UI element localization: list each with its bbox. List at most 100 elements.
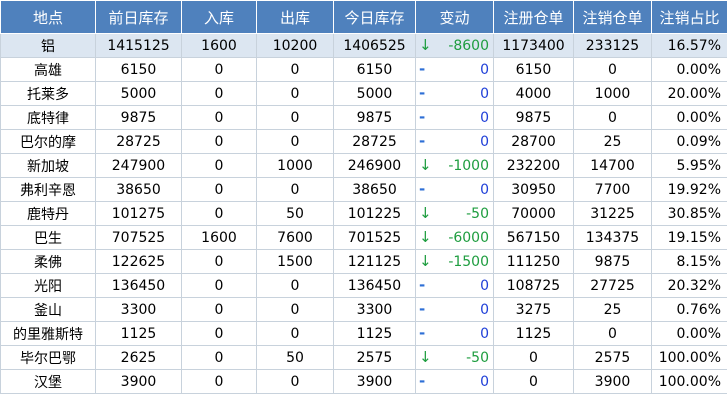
cell-today-stock[interactable]: 38650: [333, 177, 416, 202]
cell-location[interactable]: 汉堡: [0, 369, 96, 394]
cell-inbound[interactable]: 0: [181, 81, 257, 106]
cell-prev-stock[interactable]: 1415125: [95, 33, 182, 58]
cell-inbound[interactable]: 0: [181, 297, 257, 322]
cell-prev-stock[interactable]: 136450: [95, 273, 182, 298]
cell-cancelled-ratio[interactable]: 100.00%: [651, 345, 727, 370]
cell-prev-stock[interactable]: 122625: [95, 249, 182, 274]
cell-location[interactable]: 釜山: [0, 297, 96, 322]
cell-inbound[interactable]: 0: [181, 345, 257, 370]
cell-prev-stock[interactable]: 247900: [95, 153, 182, 178]
cell-registered-warrants[interactable]: 6150: [493, 57, 574, 82]
cell-cancelled-warrants[interactable]: 31225: [573, 201, 652, 226]
header-registered-warrants[interactable]: 注册仓单: [493, 0, 574, 34]
cell-prev-stock[interactable]: 1125: [95, 321, 182, 346]
cell-prev-stock[interactable]: 38650: [95, 177, 182, 202]
cell-outbound[interactable]: 50: [256, 345, 334, 370]
cell-today-stock[interactable]: 28725: [333, 129, 416, 154]
cell-cancelled-warrants[interactable]: 1000: [573, 81, 652, 106]
cell-today-stock[interactable]: 1406525: [333, 33, 416, 58]
cell-inbound[interactable]: 0: [181, 153, 257, 178]
cell-today-stock[interactable]: 101225: [333, 201, 416, 226]
cell-cancelled-warrants[interactable]: 9875: [573, 249, 652, 274]
cell-cancelled-warrants[interactable]: 0: [573, 321, 652, 346]
cell-cancelled-warrants[interactable]: 7700: [573, 177, 652, 202]
cell-today-stock[interactable]: 701525: [333, 225, 416, 250]
cell-change[interactable]: ↓ -8600: [415, 33, 494, 58]
cell-today-stock[interactable]: 1125: [333, 321, 416, 346]
cell-outbound[interactable]: 0: [256, 57, 334, 82]
cell-cancelled-ratio[interactable]: 5.95%: [651, 153, 727, 178]
cell-location[interactable]: 新加坡: [0, 153, 96, 178]
cell-cancelled-ratio[interactable]: 0.00%: [651, 321, 727, 346]
header-cancelled-ratio[interactable]: 注销占比: [651, 0, 727, 34]
cell-location[interactable]: 底特律: [0, 105, 96, 130]
cell-registered-warrants[interactable]: 30950: [493, 177, 574, 202]
cell-cancelled-warrants[interactable]: 233125: [573, 33, 652, 58]
cell-cancelled-ratio[interactable]: 20.00%: [651, 81, 727, 106]
cell-change[interactable]: -0: [415, 129, 494, 154]
cell-registered-warrants[interactable]: 1173400: [493, 33, 574, 58]
cell-change[interactable]: ↓ -1500: [415, 249, 494, 274]
cell-cancelled-ratio[interactable]: 16.57%: [651, 33, 727, 58]
header-prev-stock[interactable]: 前日库存: [95, 0, 182, 34]
cell-inbound[interactable]: 0: [181, 177, 257, 202]
cell-outbound[interactable]: 0: [256, 177, 334, 202]
header-inbound[interactable]: 入库: [181, 0, 257, 34]
cell-change[interactable]: ↓ -1000: [415, 153, 494, 178]
cell-cancelled-warrants[interactable]: 27725: [573, 273, 652, 298]
cell-prev-stock[interactable]: 9875: [95, 105, 182, 130]
cell-today-stock[interactable]: 136450: [333, 273, 416, 298]
cell-location[interactable]: 鹿特丹: [0, 201, 96, 226]
cell-inbound[interactable]: 0: [181, 369, 257, 394]
cell-cancelled-ratio[interactable]: 0.00%: [651, 105, 727, 130]
cell-outbound[interactable]: 0: [256, 297, 334, 322]
cell-location[interactable]: 铝: [0, 33, 96, 58]
cell-prev-stock[interactable]: 6150: [95, 57, 182, 82]
cell-inbound[interactable]: 0: [181, 321, 257, 346]
cell-prev-stock[interactable]: 707525: [95, 225, 182, 250]
cell-inbound[interactable]: 1600: [181, 225, 257, 250]
cell-today-stock[interactable]: 246900: [333, 153, 416, 178]
cell-change[interactable]: ↓ -6000: [415, 225, 494, 250]
cell-inbound[interactable]: 0: [181, 57, 257, 82]
cell-location[interactable]: 托莱多: [0, 81, 96, 106]
cell-cancelled-ratio[interactable]: 19.15%: [651, 225, 727, 250]
cell-location[interactable]: 巴生: [0, 225, 96, 250]
cell-cancelled-ratio[interactable]: 100.00%: [651, 369, 727, 394]
cell-location[interactable]: 巴尔的摩: [0, 129, 96, 154]
cell-prev-stock[interactable]: 3900: [95, 369, 182, 394]
cell-outbound[interactable]: 0: [256, 129, 334, 154]
header-location[interactable]: 地点: [0, 0, 96, 34]
cell-today-stock[interactable]: 121125: [333, 249, 416, 274]
cell-cancelled-warrants[interactable]: 0: [573, 57, 652, 82]
cell-change[interactable]: -0: [415, 105, 494, 130]
cell-registered-warrants[interactable]: 4000: [493, 81, 574, 106]
cell-prev-stock[interactable]: 101275: [95, 201, 182, 226]
cell-change[interactable]: -0: [415, 321, 494, 346]
cell-inbound[interactable]: 0: [181, 129, 257, 154]
cell-outbound[interactable]: 0: [256, 321, 334, 346]
cell-registered-warrants[interactable]: 1125: [493, 321, 574, 346]
header-outbound[interactable]: 出库: [256, 0, 334, 34]
cell-today-stock[interactable]: 6150: [333, 57, 416, 82]
cell-cancelled-warrants[interactable]: 2575: [573, 345, 652, 370]
cell-cancelled-ratio[interactable]: 19.92%: [651, 177, 727, 202]
cell-inbound[interactable]: 0: [181, 249, 257, 274]
cell-today-stock[interactable]: 3900: [333, 369, 416, 394]
cell-registered-warrants[interactable]: 0: [493, 345, 574, 370]
cell-inbound[interactable]: 0: [181, 273, 257, 298]
cell-outbound[interactable]: 10200: [256, 33, 334, 58]
cell-registered-warrants[interactable]: 232200: [493, 153, 574, 178]
cell-change[interactable]: -0: [415, 81, 494, 106]
cell-change[interactable]: ↓ -50: [415, 345, 494, 370]
cell-outbound[interactable]: 1000: [256, 153, 334, 178]
cell-prev-stock[interactable]: 5000: [95, 81, 182, 106]
header-change[interactable]: 变动: [415, 0, 494, 34]
cell-change[interactable]: -0: [415, 273, 494, 298]
cell-location[interactable]: 光阳: [0, 273, 96, 298]
cell-prev-stock[interactable]: 28725: [95, 129, 182, 154]
cell-registered-warrants[interactable]: 567150: [493, 225, 574, 250]
cell-cancelled-ratio[interactable]: 0.09%: [651, 129, 727, 154]
cell-registered-warrants[interactable]: 108725: [493, 273, 574, 298]
cell-outbound[interactable]: 0: [256, 273, 334, 298]
